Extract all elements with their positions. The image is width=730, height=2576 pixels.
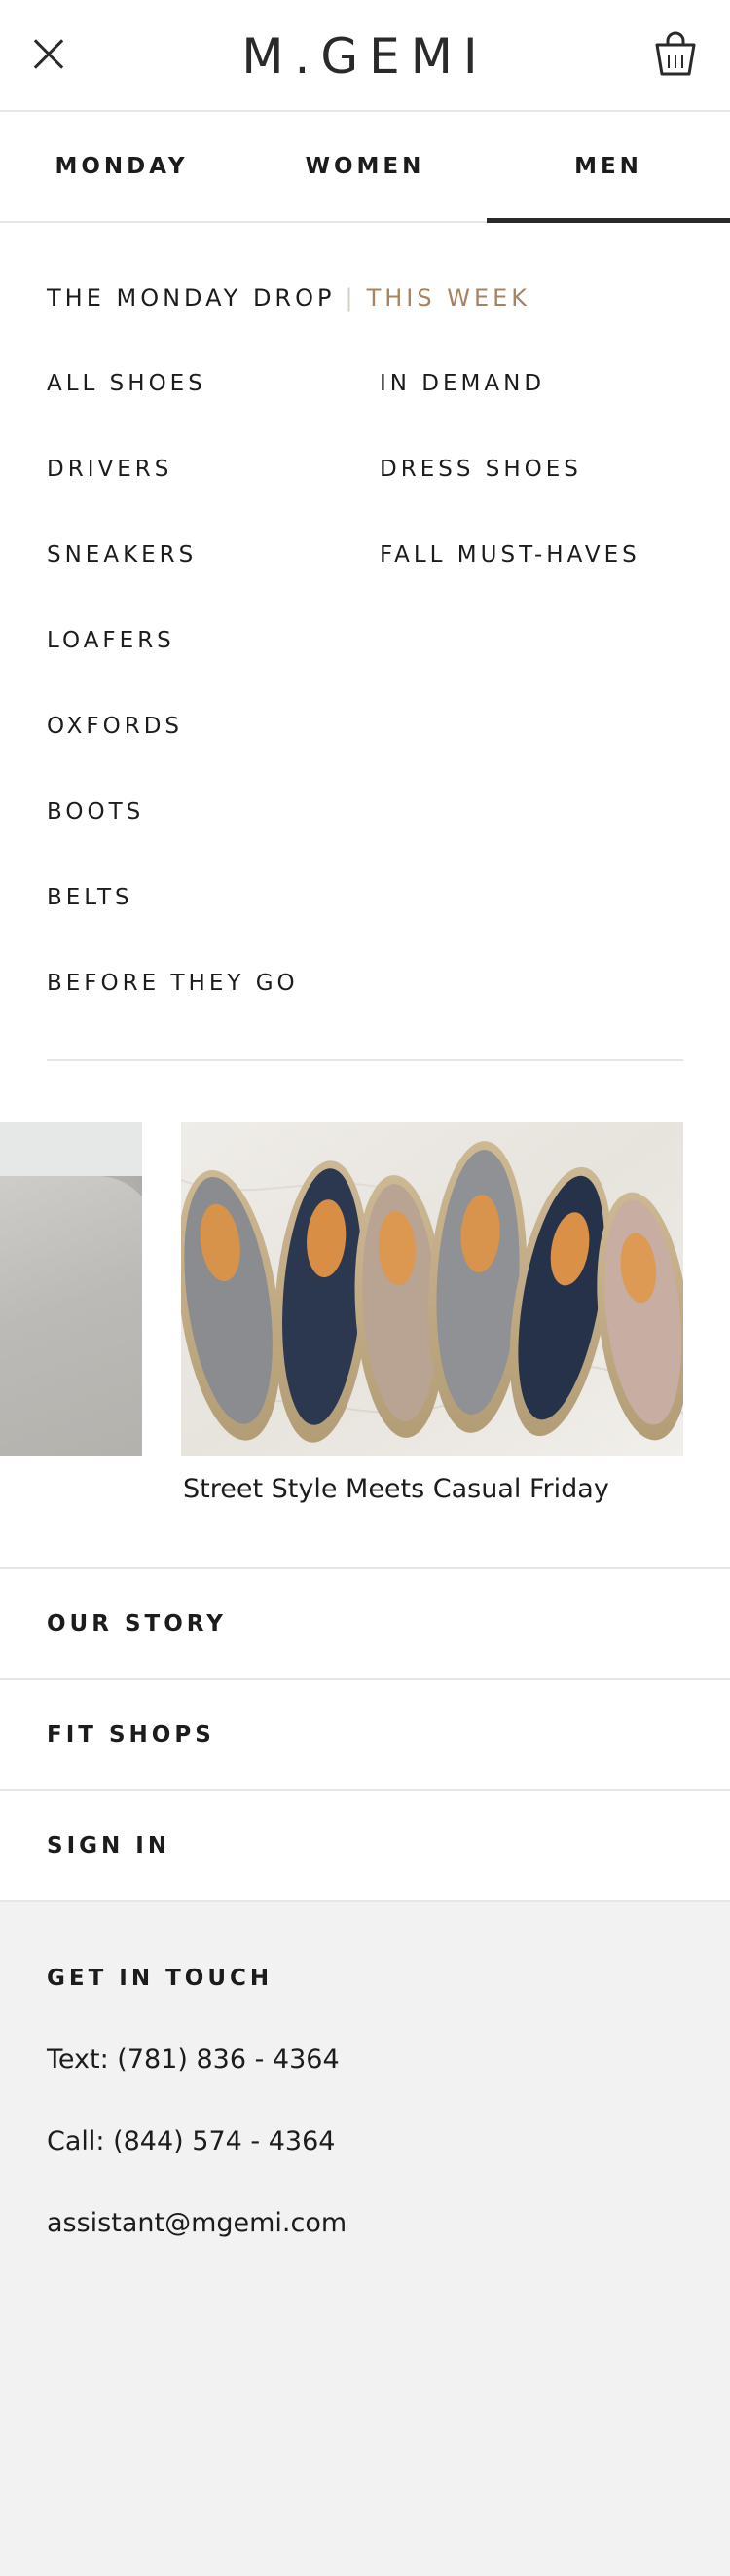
carousel-slide-previous[interactable] [0, 1122, 142, 1456]
footer-title: GET IN TOUCH [47, 1966, 274, 1991]
carousel-caption[interactable]: Street Style Meets Casual Friday [183, 1470, 609, 1509]
menu-item-drivers[interactable]: DRIVERS [47, 454, 299, 539]
menu-heading: THE MONDAY DROP | THIS WEEK [47, 282, 530, 313]
menu-item-in-demand[interactable]: IN DEMAND [380, 368, 640, 454]
menu-column-right: IN DEMAND DRESS SHOES FALL MUST-HAVES [380, 368, 640, 625]
this-week-link[interactable]: THIS WEEK [367, 284, 530, 312]
tab-men[interactable]: MEN [487, 112, 730, 223]
menu-divider [47, 1059, 683, 1061]
monday-drop-link[interactable]: THE MONDAY DROP [47, 284, 335, 312]
header: M.GEMI [0, 0, 730, 112]
heading-separator: | [345, 284, 357, 312]
menu-item-belts[interactable]: BELTS [47, 882, 299, 968]
navigation-menu-page: M.GEMI MONDAY WOMEN MEN THE MONDAY DROP |… [0, 0, 730, 2576]
brand-logo[interactable]: M.GEMI [0, 27, 730, 86]
call-number-link[interactable]: Call: (844) 574 - 4364 [47, 2122, 335, 2161]
sign-in-link[interactable]: SIGN IN [0, 1789, 730, 1900]
menu-item-loafers[interactable]: LOAFERS [47, 625, 299, 711]
menu-item-dress-shoes[interactable]: DRESS SHOES [380, 454, 640, 539]
menu-column-left: ALL SHOES DRIVERS SNEAKERS LOAFERS OXFOR… [47, 368, 299, 1053]
menu-item-all-shoes[interactable]: ALL SHOES [47, 368, 299, 454]
sneakers-photo [181, 1122, 683, 1456]
slide-image-stone [0, 1176, 142, 1456]
tab-monday[interactable]: MONDAY [0, 112, 243, 221]
email-link[interactable]: assistant@mgemi.com [47, 2204, 347, 2243]
menu-item-oxfords[interactable]: OXFORDS [47, 711, 299, 796]
shopping-bag-icon[interactable] [654, 29, 697, 78]
text-number-link[interactable]: Text: (781) 836 - 4364 [47, 2041, 340, 2079]
menu-item-fall-must-haves[interactable]: FALL MUST-HAVES [380, 539, 640, 625]
contact-footer: GET IN TOUCH Text: (781) 836 - 4364 Call… [0, 1900, 730, 2576]
fit-shops-link[interactable]: FIT SHOPS [0, 1678, 730, 1789]
menu-item-sneakers[interactable]: SNEAKERS [47, 539, 299, 625]
our-story-link[interactable]: OUR STORY [0, 1567, 730, 1678]
menu-item-boots[interactable]: BOOTS [47, 796, 299, 882]
carousel-slide-current[interactable] [181, 1122, 683, 1456]
tab-women[interactable]: WOMEN [243, 112, 487, 221]
category-tabs: MONDAY WOMEN MEN [0, 112, 730, 223]
menu-item-before-they-go[interactable]: BEFORE THEY GO [47, 968, 299, 1053]
slide-background [0, 1122, 142, 1176]
